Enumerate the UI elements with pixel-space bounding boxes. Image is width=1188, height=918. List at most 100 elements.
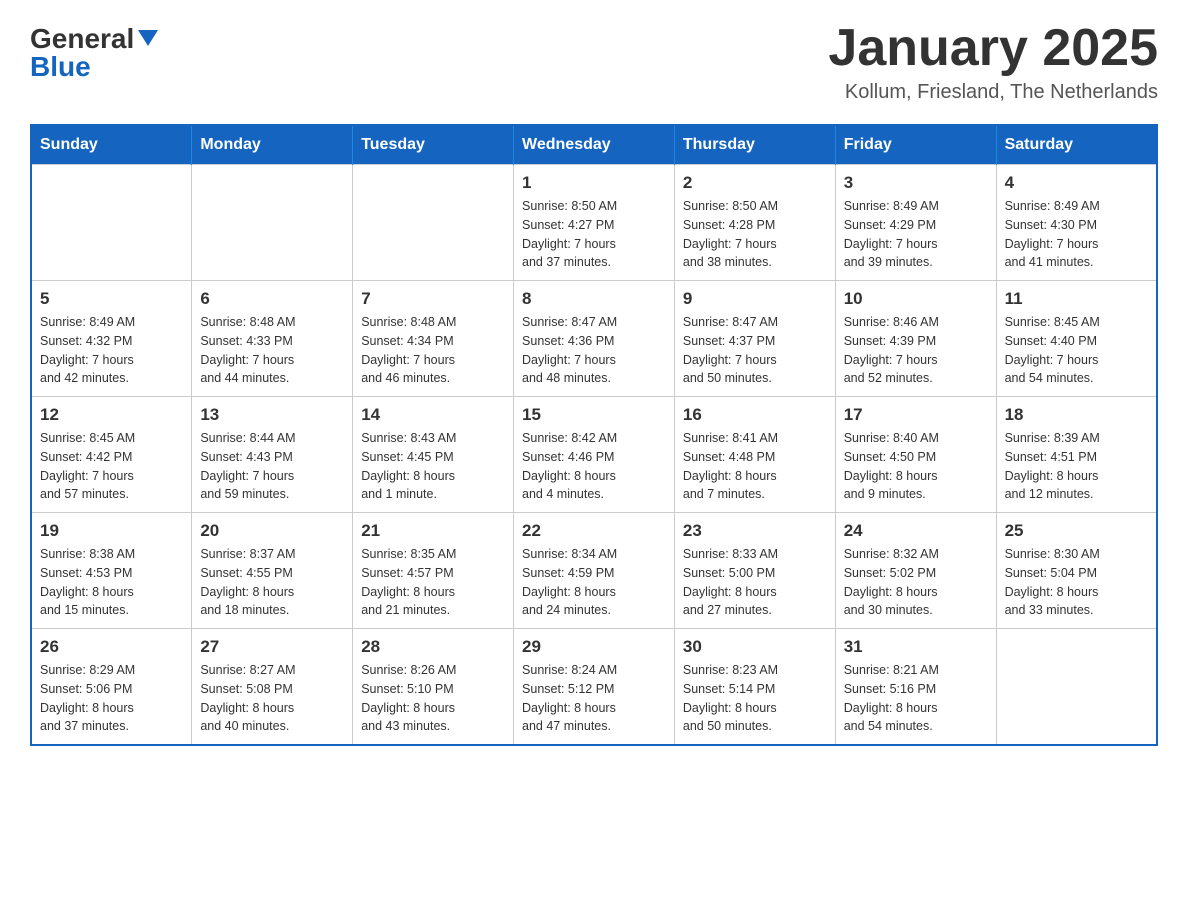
calendar-cell: 16 Sunrise: 8:41 AMSunset: 4:48 PMDayligh… xyxy=(674,397,835,513)
week-row-1: 1 Sunrise: 8:50 AMSunset: 4:27 PMDaylight… xyxy=(31,165,1157,281)
weekday-header-monday: Monday xyxy=(192,125,353,165)
day-number: 6 xyxy=(200,289,344,309)
calendar-cell: 25 Sunrise: 8:30 AMSunset: 5:04 PMDayligh… xyxy=(996,513,1157,629)
calendar-cell: 22Sunrise: 8:34 AMSunset: 4:59 PMDayligh… xyxy=(514,513,675,629)
day-number: 4 xyxy=(1005,173,1148,193)
day-number: 21 xyxy=(361,521,505,541)
day-info: Sunrise: 8:48 AMSunset: 4:33 PMDaylight:… xyxy=(200,313,344,388)
week-row-2: 5 Sunrise: 8:49 AMSunset: 4:32 PMDaylight… xyxy=(31,281,1157,397)
calendar-cell: 21 Sunrise: 8:35 AMSunset: 4:57 PMDayligh… xyxy=(353,513,514,629)
day-info: Sunrise: 8:33 AMSunset: 5:00 PMDaylight:… xyxy=(683,545,827,620)
calendar-cell: 17 Sunrise: 8:40 AMSunset: 4:50 PMDayligh… xyxy=(835,397,996,513)
day-number: 9 xyxy=(683,289,827,309)
day-number: 1 xyxy=(522,173,666,193)
day-number: 5 xyxy=(40,289,183,309)
day-info: Sunrise: 8:49 AMSunset: 4:29 PMDaylight:… xyxy=(844,197,988,272)
day-number: 3 xyxy=(844,173,988,193)
month-title: January 2025 xyxy=(828,20,1158,77)
day-info: Sunrise: 8:47 AMSunset: 4:36 PMDaylight:… xyxy=(522,313,666,388)
day-info: Sunrise: 8:50 AMSunset: 4:27 PMDaylight:… xyxy=(522,197,666,272)
weekday-header-row: SundayMondayTuesdayWednesdayThursdayFrid… xyxy=(31,125,1157,165)
day-info: Sunrise: 8:45 AMSunset: 4:40 PMDaylight:… xyxy=(1005,313,1148,388)
day-number: 11 xyxy=(1005,289,1148,309)
calendar-cell: 15 Sunrise: 8:42 AMSunset: 4:46 PMDayligh… xyxy=(514,397,675,513)
day-number: 29 xyxy=(522,637,666,657)
day-info: Sunrise: 8:40 AMSunset: 4:50 PMDaylight:… xyxy=(844,429,988,504)
day-number: 30 xyxy=(683,637,827,657)
day-info: Sunrise: 8:49 AMSunset: 4:30 PMDaylight:… xyxy=(1005,197,1148,272)
day-number: 12 xyxy=(40,405,183,425)
calendar-cell: 29 Sunrise: 8:24 AMSunset: 5:12 PMDayligh… xyxy=(514,629,675,746)
day-info: Sunrise: 8:30 AMSunset: 5:04 PMDaylight:… xyxy=(1005,545,1148,620)
calendar-cell: 12 Sunrise: 8:45 AMSunset: 4:42 PMDayligh… xyxy=(31,397,192,513)
day-info: Sunrise: 8:38 AMSunset: 4:53 PMDaylight:… xyxy=(40,545,183,620)
calendar-cell xyxy=(353,165,514,281)
week-row-3: 12 Sunrise: 8:45 AMSunset: 4:42 PMDayligh… xyxy=(31,397,1157,513)
day-number: 8 xyxy=(522,289,666,309)
weekday-header-tuesday: Tuesday xyxy=(353,125,514,165)
day-info: Sunrise: 8:32 AMSunset: 5:02 PMDaylight:… xyxy=(844,545,988,620)
calendar-cell: 1 Sunrise: 8:50 AMSunset: 4:27 PMDaylight… xyxy=(514,165,675,281)
day-info: Sunrise: 8:37 AMSunset: 4:55 PMDaylight:… xyxy=(200,545,344,620)
location-text: Kollum, Friesland, The Netherlands xyxy=(828,81,1158,104)
day-number: 24 xyxy=(844,521,988,541)
day-info: Sunrise: 8:50 AMSunset: 4:28 PMDaylight:… xyxy=(683,197,827,272)
day-info: Sunrise: 8:39 AMSunset: 4:51 PMDaylight:… xyxy=(1005,429,1148,504)
calendar-cell: 31Sunrise: 8:21 AMSunset: 5:16 PMDayligh… xyxy=(835,629,996,746)
calendar-cell: 24 Sunrise: 8:32 AMSunset: 5:02 PMDayligh… xyxy=(835,513,996,629)
weekday-header-wednesday: Wednesday xyxy=(514,125,675,165)
calendar-cell: 19 Sunrise: 8:38 AMSunset: 4:53 PMDayligh… xyxy=(31,513,192,629)
calendar-cell xyxy=(996,629,1157,746)
day-number: 25 xyxy=(1005,521,1148,541)
day-info: Sunrise: 8:29 AMSunset: 5:06 PMDaylight:… xyxy=(40,661,183,736)
day-info: Sunrise: 8:47 AMSunset: 4:37 PMDaylight:… xyxy=(683,313,827,388)
day-number: 10 xyxy=(844,289,988,309)
weekday-header-friday: Friday xyxy=(835,125,996,165)
calendar-cell: 7Sunrise: 8:48 AMSunset: 4:34 PMDaylight… xyxy=(353,281,514,397)
day-info: Sunrise: 8:45 AMSunset: 4:42 PMDaylight:… xyxy=(40,429,183,504)
day-number: 15 xyxy=(522,405,666,425)
day-number: 2 xyxy=(683,173,827,193)
day-number: 19 xyxy=(40,521,183,541)
calendar-cell: 23 Sunrise: 8:33 AMSunset: 5:00 PMDayligh… xyxy=(674,513,835,629)
title-area: January 2025 Kollum, Friesland, The Neth… xyxy=(828,20,1158,104)
calendar-cell: 26 Sunrise: 8:29 AMSunset: 5:06 PMDayligh… xyxy=(31,629,192,746)
calendar-cell xyxy=(192,165,353,281)
calendar-cell: 13Sunrise: 8:44 AMSunset: 4:43 PMDayligh… xyxy=(192,397,353,513)
calendar-cell: 5 Sunrise: 8:49 AMSunset: 4:32 PMDaylight… xyxy=(31,281,192,397)
week-row-5: 26 Sunrise: 8:29 AMSunset: 5:06 PMDayligh… xyxy=(31,629,1157,746)
calendar-cell xyxy=(31,165,192,281)
calendar-table: SundayMondayTuesdayWednesdayThursdayFrid… xyxy=(30,124,1158,746)
calendar-cell: 6 Sunrise: 8:48 AMSunset: 4:33 PMDaylight… xyxy=(192,281,353,397)
weekday-header-sunday: Sunday xyxy=(31,125,192,165)
logo: General Blue xyxy=(30,20,158,81)
day-number: 20 xyxy=(200,521,344,541)
calendar-cell: 28 Sunrise: 8:26 AMSunset: 5:10 PMDayligh… xyxy=(353,629,514,746)
day-number: 17 xyxy=(844,405,988,425)
day-number: 23 xyxy=(683,521,827,541)
day-number: 28 xyxy=(361,637,505,657)
day-info: Sunrise: 8:41 AMSunset: 4:48 PMDaylight:… xyxy=(683,429,827,504)
calendar-cell: 4 Sunrise: 8:49 AMSunset: 4:30 PMDaylight… xyxy=(996,165,1157,281)
logo-blue-text: Blue xyxy=(30,53,91,81)
day-info: Sunrise: 8:26 AMSunset: 5:10 PMDaylight:… xyxy=(361,661,505,736)
day-number: 18 xyxy=(1005,405,1148,425)
day-info: Sunrise: 8:44 AMSunset: 4:43 PMDaylight:… xyxy=(200,429,344,504)
day-number: 26 xyxy=(40,637,183,657)
day-number: 16 xyxy=(683,405,827,425)
calendar-cell: 14Sunrise: 8:43 AMSunset: 4:45 PMDayligh… xyxy=(353,397,514,513)
header: General Blue January 2025 Kollum, Friesl… xyxy=(30,20,1158,104)
calendar-cell: 10Sunrise: 8:46 AMSunset: 4:39 PMDayligh… xyxy=(835,281,996,397)
weekday-header-thursday: Thursday xyxy=(674,125,835,165)
day-info: Sunrise: 8:21 AMSunset: 5:16 PMDaylight:… xyxy=(844,661,988,736)
day-info: Sunrise: 8:49 AMSunset: 4:32 PMDaylight:… xyxy=(40,313,183,388)
logo-triangle-icon xyxy=(138,30,158,46)
logo-general-text: General xyxy=(30,25,134,53)
day-info: Sunrise: 8:24 AMSunset: 5:12 PMDaylight:… xyxy=(522,661,666,736)
calendar-cell: 11 Sunrise: 8:45 AMSunset: 4:40 PMDayligh… xyxy=(996,281,1157,397)
calendar-cell: 2 Sunrise: 8:50 AMSunset: 4:28 PMDaylight… xyxy=(674,165,835,281)
weekday-header-saturday: Saturday xyxy=(996,125,1157,165)
calendar-cell: 9 Sunrise: 8:47 AMSunset: 4:37 PMDaylight… xyxy=(674,281,835,397)
day-info: Sunrise: 8:42 AMSunset: 4:46 PMDaylight:… xyxy=(522,429,666,504)
day-info: Sunrise: 8:35 AMSunset: 4:57 PMDaylight:… xyxy=(361,545,505,620)
